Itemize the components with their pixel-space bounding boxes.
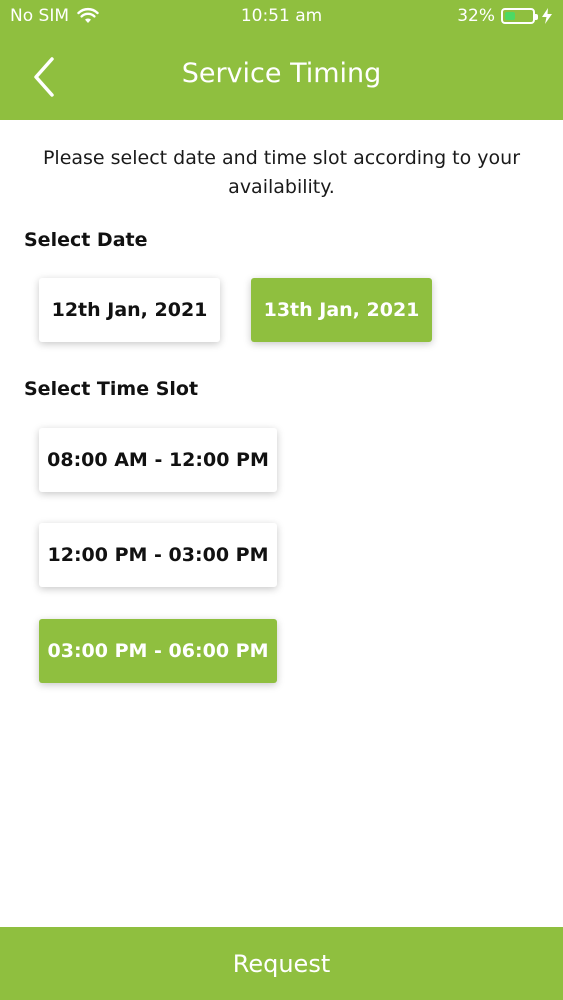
battery-percent: 32% xyxy=(457,6,495,26)
battery-level-fill xyxy=(505,12,515,20)
instruction-text: Please select date and time slot accordi… xyxy=(42,147,521,198)
status-bar: No SIM 10:51 am 32% xyxy=(0,0,563,32)
time-slot-12-03[interactable]: 12:00 PM - 03:00 PM xyxy=(39,523,277,587)
time-slot-08-12[interactable]: 08:00 AM - 12:00 PM xyxy=(39,428,277,492)
battery-icon xyxy=(501,8,538,24)
page-title: Service Timing xyxy=(181,58,382,89)
charging-bolt-icon xyxy=(541,8,553,24)
date-option-13-jan[interactable]: 13th Jan, 2021 xyxy=(251,278,432,342)
time-slot-03-06[interactable]: 03:00 PM - 06:00 PM xyxy=(39,619,277,683)
request-button[interactable]: Request xyxy=(0,927,563,1000)
date-option-12-jan[interactable]: 12th Jan, 2021 xyxy=(39,278,220,342)
app-header: No SIM 10:51 am 32% Service Timing xyxy=(0,0,563,120)
select-time-slot-label: Select Time Slot xyxy=(24,378,199,400)
status-right: 32% xyxy=(457,6,553,26)
select-date-label: Select Date xyxy=(24,229,148,251)
